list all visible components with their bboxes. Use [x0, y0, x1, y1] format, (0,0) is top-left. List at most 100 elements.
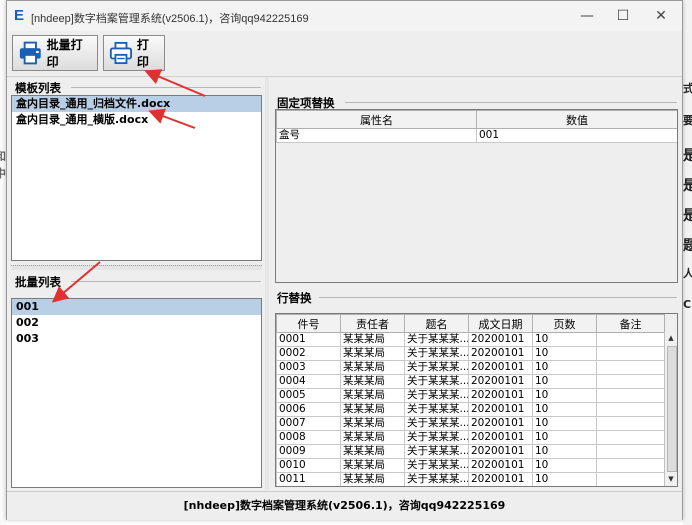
- table-cell[interactable]: 关于某某某...: [404, 388, 469, 403]
- table-cell[interactable]: 20200101: [468, 444, 533, 459]
- table-cell[interactable]: 20200101: [468, 332, 533, 347]
- table-row[interactable]: 0011 某某某局 关于某某某... 20200101 10: [276, 472, 665, 486]
- table-cell[interactable]: 关于某某某...: [405, 487, 469, 488]
- table-cell[interactable]: 10: [532, 458, 597, 473]
- table-cell[interactable]: [596, 332, 665, 347]
- table-row[interactable]: 0001 某某某局 关于某某某... 20200101 10: [276, 332, 665, 347]
- table-cell[interactable]: [596, 402, 665, 417]
- table-cell[interactable]: 关于某某某...: [404, 472, 469, 486]
- table-cell[interactable]: 20200101: [468, 388, 533, 403]
- print-button[interactable]: 打印: [103, 35, 165, 71]
- table-cell[interactable]: 20200101: [468, 402, 533, 417]
- table-cell[interactable]: 某某某局: [340, 472, 405, 486]
- vertical-splitter[interactable]: [265, 77, 269, 489]
- table-cell[interactable]: 10: [533, 487, 597, 488]
- table-cell[interactable]: 0003: [276, 360, 341, 375]
- title-bar[interactable]: E [nhdeep]数字档案管理系统(v2506.1)，咨询qq94222516…: [7, 1, 682, 31]
- table-row[interactable]: 0002 某某某局 关于某某某... 20200101 10: [276, 346, 665, 361]
- table-cell[interactable]: 20200101: [468, 360, 533, 375]
- table-row[interactable]: 0006 某某某局 关于某某某... 20200101 10: [276, 402, 665, 417]
- table-cell[interactable]: [596, 374, 665, 389]
- table-cell[interactable]: 0002: [276, 346, 341, 361]
- scroll-down-arrow-icon[interactable]: ▼: [665, 473, 677, 485]
- scrollbar-thumb[interactable]: [667, 346, 677, 472]
- column-header[interactable]: 成文日期: [468, 314, 533, 333]
- table-cell[interactable]: 某某某局: [340, 416, 405, 431]
- table-cell[interactable]: 某某某局: [340, 374, 405, 389]
- table-cell[interactable]: [596, 472, 665, 486]
- table-cell[interactable]: 0004: [276, 374, 341, 389]
- table-cell[interactable]: 20200101: [469, 487, 533, 488]
- maximize-button[interactable]: ☐: [605, 5, 641, 27]
- table-cell[interactable]: 关于某某某...: [404, 360, 469, 375]
- table-cell[interactable]: 10: [532, 374, 597, 389]
- template-list-item[interactable]: 盒内目录_通用_归档文件.docx: [12, 96, 261, 112]
- table-cell[interactable]: 某某某局: [341, 487, 405, 488]
- horizontal-splitter[interactable]: [11, 265, 262, 270]
- table-cell[interactable]: 20200101: [468, 416, 533, 431]
- table-cell[interactable]: [596, 458, 665, 473]
- table-cell[interactable]: 10: [532, 360, 597, 375]
- table-cell[interactable]: 0001: [276, 332, 341, 347]
- table-cell[interactable]: 关于某某某...: [404, 374, 469, 389]
- table-cell[interactable]: 关于某某某...: [404, 416, 469, 431]
- table-cell[interactable]: 0008: [276, 430, 341, 445]
- batch-list-item[interactable]: 001: [12, 299, 261, 315]
- vertical-scrollbar[interactable]: ▲ ▼: [664, 332, 677, 486]
- table-cell[interactable]: 0010: [276, 458, 341, 473]
- batch-print-button[interactable]: 批量打印: [12, 35, 98, 71]
- table-cell[interactable]: 10: [532, 472, 597, 486]
- table-cell[interactable]: 20200101: [468, 430, 533, 445]
- table-cell[interactable]: 盒号: [276, 128, 477, 143]
- table-cell[interactable]: 0012: [277, 487, 341, 488]
- table-cell[interactable]: 0005: [276, 388, 341, 403]
- column-header[interactable]: 题名: [404, 314, 469, 333]
- table-cell[interactable]: 10: [532, 388, 597, 403]
- table-cell[interactable]: 某某某局: [340, 444, 405, 459]
- table-cell[interactable]: 10: [532, 444, 597, 459]
- table-cell[interactable]: 20200101: [468, 374, 533, 389]
- table-cell[interactable]: [596, 444, 665, 459]
- table-cell[interactable]: 关于某某某...: [404, 458, 469, 473]
- batch-list-item[interactable]: 003: [12, 331, 261, 347]
- table-cell[interactable]: [596, 430, 665, 445]
- column-header[interactable]: 备注: [596, 314, 665, 333]
- table-cell[interactable]: 关于某某某...: [404, 402, 469, 417]
- table-cell[interactable]: 某某某局: [340, 388, 405, 403]
- table-row[interactable]: 0007 某某某局 关于某某某... 20200101 10: [276, 416, 665, 431]
- batch-list-item[interactable]: 002: [12, 315, 261, 331]
- table-row[interactable]: 盒号 001: [276, 128, 677, 143]
- column-header[interactable]: 属性名: [276, 110, 477, 129]
- table-cell[interactable]: 关于某某某...: [404, 346, 469, 361]
- table-cell[interactable]: 20200101: [468, 458, 533, 473]
- close-button[interactable]: ✕: [643, 5, 679, 27]
- batch-listbox[interactable]: 001 002 003: [11, 298, 262, 488]
- scroll-up-arrow-icon[interactable]: ▲: [665, 332, 677, 344]
- table-cell[interactable]: [596, 416, 665, 431]
- table-cell[interactable]: 关于某某某...: [404, 332, 469, 347]
- table-row[interactable]: 0003 某某某局 关于某某某... 20200101 10: [276, 360, 665, 375]
- table-cell[interactable]: 001: [476, 128, 677, 143]
- table-cell[interactable]: 某某某局: [340, 346, 405, 361]
- table-cell[interactable]: 某某某局: [340, 402, 405, 417]
- table-cell[interactable]: 某某某局: [340, 332, 405, 347]
- column-header[interactable]: 责任者: [340, 314, 405, 333]
- table-cell[interactable]: 0009: [276, 444, 341, 459]
- table-cell[interactable]: 关于某某某...: [404, 444, 469, 459]
- table-cell[interactable]: 某某某局: [340, 458, 405, 473]
- template-list-item[interactable]: 盒内目录_通用_横版.docx: [12, 112, 261, 128]
- table-row[interactable]: 0004 某某某局 关于某某某... 20200101 10: [276, 374, 665, 389]
- minimize-button[interactable]: —: [569, 5, 605, 27]
- table-cell[interactable]: 某某某局: [340, 360, 405, 375]
- table-cell[interactable]: 10: [532, 416, 597, 431]
- column-header[interactable]: 件号: [276, 314, 341, 333]
- table-cell[interactable]: 10: [532, 430, 597, 445]
- table-cell[interactable]: [596, 388, 665, 403]
- table-row[interactable]: 0005 某某某局 关于某某某... 20200101 10: [276, 388, 665, 403]
- column-header[interactable]: 页数: [532, 314, 597, 333]
- table-cell[interactable]: 20200101: [468, 472, 533, 486]
- table-cell[interactable]: 0006: [276, 402, 341, 417]
- table-row[interactable]: 0008 某某某局 关于某某某... 20200101 10: [276, 430, 665, 445]
- table-cell[interactable]: 关于某某某...: [404, 430, 469, 445]
- table-row[interactable]: 0009 某某某局 关于某某某... 20200101 10: [276, 444, 665, 459]
